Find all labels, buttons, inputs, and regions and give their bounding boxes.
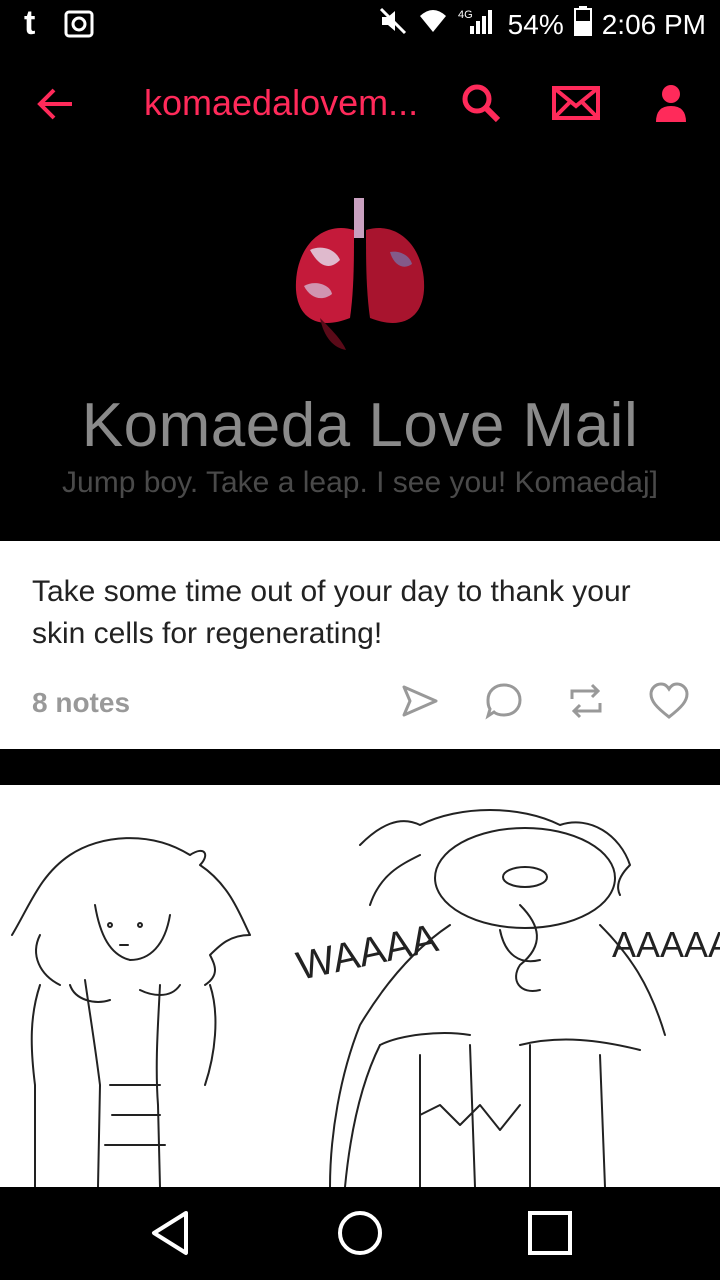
reply-icon[interactable] (484, 681, 524, 726)
system-nav-bar (0, 1187, 720, 1280)
battery-icon (573, 6, 592, 43)
share-icon[interactable] (400, 681, 440, 726)
blog-name-title[interactable]: komaedalovem... (144, 82, 418, 124)
blog-header: Komaeda Love Mail Jump boy. Take a leap.… (0, 160, 720, 540)
post-body: Take some time out of your day to thank … (32, 575, 631, 650)
app-bar: komaedalovem... (0, 50, 720, 160)
like-heart-icon[interactable] (648, 681, 690, 726)
nav-home-icon[interactable] (336, 1209, 384, 1262)
nav-recents-icon[interactable] (526, 1209, 574, 1262)
reblog-icon[interactable] (566, 681, 606, 726)
post-separator (0, 749, 720, 785)
sketch-drawing: WAAAA AAAAA (11, 809, 720, 1187)
mute-icon (378, 6, 408, 43)
back-arrow-icon[interactable] (36, 84, 76, 129)
blog-description: Jump boy. Take a leap. I see you! Komaed… (62, 466, 658, 499)
drawing-post[interactable]: WAAAA AAAAA (0, 785, 720, 1187)
scream-text-right: AAAAA (612, 924, 720, 965)
person-icon[interactable] (654, 84, 688, 129)
blog-avatar[interactable] (280, 190, 440, 360)
signal-icon: 4G (458, 6, 498, 43)
camera-notification-icon (64, 10, 94, 43)
tumblr-t-icon: t (24, 4, 36, 42)
mail-icon[interactable] (552, 86, 600, 125)
status-bar: t 4G 54% 2:06 PM (0, 0, 720, 50)
text-post: Take some time out of your day to thank … (0, 541, 720, 749)
notes-count[interactable]: 8 notes (32, 687, 130, 719)
battery-percent: 54% (507, 8, 564, 40)
clock: 2:06 PM (601, 8, 706, 40)
search-icon[interactable] (460, 82, 502, 129)
svg-text:4G: 4G (458, 9, 473, 21)
scream-text-left: WAAAA (293, 916, 442, 989)
wifi-icon (418, 6, 448, 43)
nav-back-icon[interactable] (148, 1209, 192, 1262)
blog-title: Komaeda Love Mail (81, 391, 639, 460)
